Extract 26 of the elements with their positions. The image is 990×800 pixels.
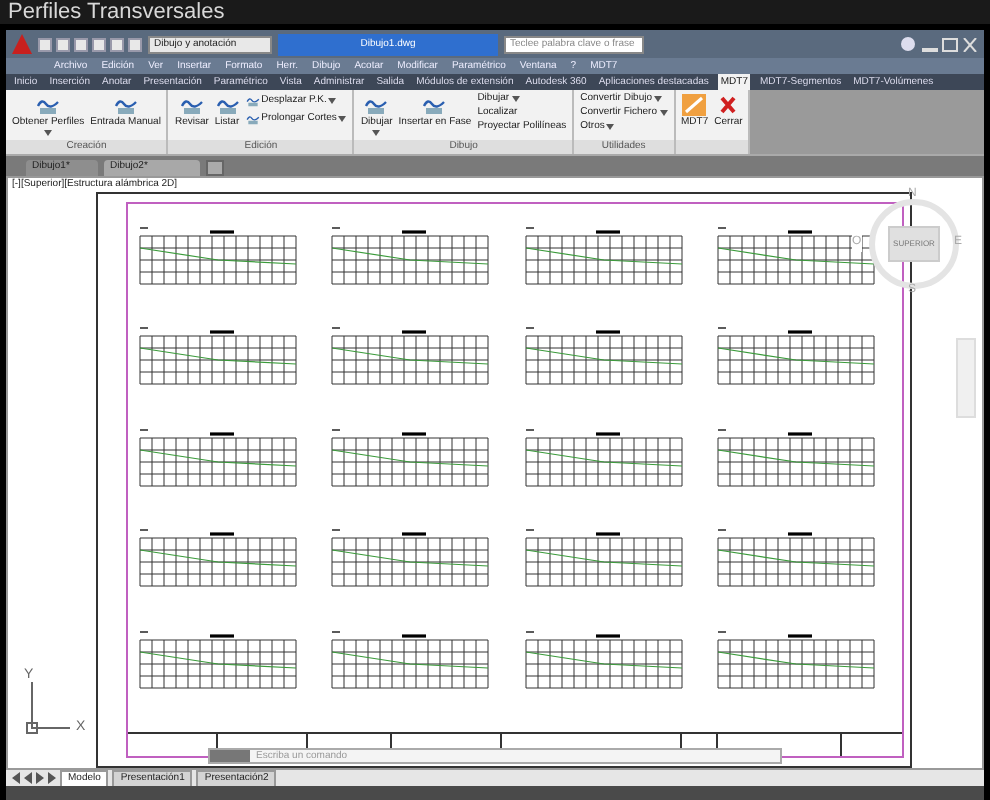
caret-icon[interactable] bbox=[44, 130, 53, 136]
profile-chart-icon[interactable] bbox=[245, 112, 260, 126]
ucs-axes-icon bbox=[26, 682, 70, 734]
profile-chart-icon[interactable] bbox=[245, 94, 260, 108]
caret-icon[interactable] bbox=[338, 116, 347, 122]
panel-title-bar bbox=[675, 140, 749, 154]
tab-navigation-icon[interactable] bbox=[12, 772, 56, 784]
profile-chart-icon[interactable] bbox=[215, 94, 240, 116]
profile-chart-icon[interactable] bbox=[364, 94, 389, 116]
app-title: Perfiles Transversales bbox=[8, 0, 225, 24]
close-icon[interactable] bbox=[716, 94, 741, 116]
close-icon[interactable] bbox=[962, 37, 978, 51]
new-tab-icon[interactable] bbox=[206, 160, 224, 176]
help-icon[interactable] bbox=[900, 36, 916, 52]
maximize-icon[interactable] bbox=[942, 37, 958, 51]
caret-icon[interactable] bbox=[372, 130, 381, 136]
caret-icon[interactable] bbox=[654, 96, 663, 102]
caret-icon[interactable] bbox=[328, 98, 337, 104]
profile-chart-icon[interactable] bbox=[36, 94, 61, 116]
caret-icon[interactable] bbox=[511, 96, 520, 102]
profile-chart-icon[interactable] bbox=[113, 94, 138, 116]
viewcube-ring-icon[interactable] bbox=[868, 198, 960, 290]
caret-icon[interactable] bbox=[659, 110, 668, 116]
profile-chart-icon[interactable] bbox=[179, 94, 204, 116]
caret-icon[interactable] bbox=[606, 124, 615, 130]
profile-chart-icon[interactable] bbox=[422, 94, 447, 116]
